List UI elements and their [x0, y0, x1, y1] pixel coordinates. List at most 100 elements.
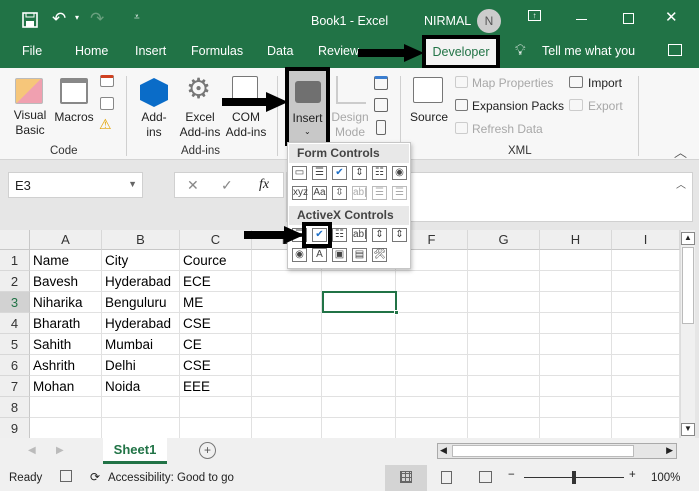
- com-add-ins-button[interactable]: COM Add-ins: [222, 110, 270, 140]
- cell-b6[interactable]: Delhi: [102, 355, 180, 376]
- cell-b9[interactable]: [102, 418, 180, 439]
- row-header-1[interactable]: 1: [0, 250, 30, 271]
- ribbon-display-options-icon[interactable]: ↑: [528, 10, 541, 21]
- maximize-icon[interactable]: [623, 13, 634, 24]
- cell-d5[interactable]: [252, 334, 322, 355]
- cell-i7[interactable]: [612, 376, 680, 397]
- page-layout-view-icon[interactable]: [441, 471, 452, 484]
- save-icon[interactable]: [22, 12, 38, 28]
- cell-f2[interactable]: [396, 271, 468, 292]
- cell-c6[interactable]: CSE: [180, 355, 252, 376]
- cell-b5[interactable]: Mumbai: [102, 334, 180, 355]
- expansion-packs-button[interactable]: Expansion Packs: [472, 99, 564, 114]
- cell-h3[interactable]: [540, 292, 612, 313]
- tab-review[interactable]: Review: [318, 44, 359, 58]
- activex-label-icon[interactable]: A: [312, 248, 327, 262]
- activex-toggle-button-icon[interactable]: ▤: [352, 248, 367, 262]
- column-header-i[interactable]: I: [612, 230, 680, 250]
- form-combo-list-edit-icon[interactable]: ☰: [372, 186, 387, 200]
- cell-e8[interactable]: [322, 397, 396, 418]
- fill-handle[interactable]: [394, 310, 399, 315]
- prev-sheet-icon[interactable]: ◀: [28, 445, 36, 456]
- zoom-in-button[interactable]: +: [629, 469, 636, 481]
- cell-i9[interactable]: [612, 418, 680, 439]
- customize-qat-icon[interactable]: ⩡: [134, 12, 140, 23]
- cell-h6[interactable]: [540, 355, 612, 376]
- scroll-down-icon[interactable]: ▼: [681, 423, 695, 436]
- visual-basic-button[interactable]: Visual Basic: [8, 108, 52, 138]
- cell-a5[interactable]: Sahith: [30, 334, 102, 355]
- view-code-icon[interactable]: [374, 98, 388, 112]
- cell-i6[interactable]: [612, 355, 680, 376]
- cell-c7[interactable]: EEE: [180, 376, 252, 397]
- collapse-formula-bar-icon[interactable]: ︿: [676, 176, 686, 191]
- cell-e4[interactable]: [322, 313, 396, 334]
- activex-option-button-icon[interactable]: ◉: [292, 248, 307, 262]
- cell-g8[interactable]: [468, 397, 540, 418]
- cell-e6[interactable]: [322, 355, 396, 376]
- macro-security-icon[interactable]: ⚠: [99, 116, 112, 133]
- cell-f5[interactable]: [396, 334, 468, 355]
- cell-a6[interactable]: Ashrith: [30, 355, 102, 376]
- cell-i8[interactable]: [612, 397, 680, 418]
- cell-h1[interactable]: [540, 250, 612, 271]
- horizontal-scrollbar[interactable]: ◀ ▶: [437, 443, 677, 459]
- cell-i1[interactable]: [612, 250, 680, 271]
- cell-f4[interactable]: [396, 313, 468, 334]
- cell-e9[interactable]: [322, 418, 396, 439]
- tell-me-search[interactable]: Tell me what you: [542, 44, 635, 58]
- row-header-8[interactable]: 8: [0, 397, 30, 418]
- cell-f8[interactable]: [396, 397, 468, 418]
- zoom-out-button[interactable]: −: [508, 469, 515, 481]
- collapse-ribbon-icon[interactable]: ︿: [674, 142, 687, 161]
- cell-h8[interactable]: [540, 397, 612, 418]
- relative-references-icon[interactable]: [100, 97, 114, 110]
- form-option-button-icon[interactable]: ◉: [392, 166, 407, 180]
- tab-data[interactable]: Data: [267, 44, 293, 58]
- cell-i5[interactable]: [612, 334, 680, 355]
- undo-icon[interactable]: ↶: [52, 9, 66, 29]
- cell-a1[interactable]: Name: [30, 250, 102, 271]
- tab-insert[interactable]: Insert: [135, 44, 166, 58]
- tab-home[interactable]: Home: [75, 44, 108, 58]
- activex-list-box-2-icon[interactable]: ☷: [332, 228, 347, 242]
- cell-c5[interactable]: CE: [180, 334, 252, 355]
- cell-g6[interactable]: [468, 355, 540, 376]
- cell-i4[interactable]: [612, 313, 680, 334]
- new-sheet-icon[interactable]: +: [199, 442, 216, 459]
- cell-h7[interactable]: [540, 376, 612, 397]
- name-box[interactable]: E3 ▼: [8, 172, 143, 198]
- cell-h5[interactable]: [540, 334, 612, 355]
- cell-b4[interactable]: Hyderabad: [102, 313, 180, 334]
- cell-i2[interactable]: [612, 271, 680, 292]
- macros-button[interactable]: Macros: [52, 110, 96, 125]
- cell-d6[interactable]: [252, 355, 322, 376]
- cell-a3[interactable]: Niharika: [30, 292, 102, 313]
- cell-c4[interactable]: CSE: [180, 313, 252, 334]
- vertical-scroll-thumb[interactable]: [682, 247, 694, 324]
- cell-e7[interactable]: [322, 376, 396, 397]
- cell-a9[interactable]: [30, 418, 102, 439]
- undo-dropdown-icon[interactable]: ▾: [75, 13, 79, 22]
- highlighted-activex-list-box[interactable]: [302, 222, 332, 248]
- cell-d9[interactable]: [252, 418, 322, 439]
- cell-e2[interactable]: [322, 271, 396, 292]
- chevron-down-icon[interactable]: ▼: [128, 179, 137, 189]
- form-combo-box-icon[interactable]: ☰: [312, 166, 327, 180]
- cell-d4[interactable]: [252, 313, 322, 334]
- cell-f9[interactable]: [396, 418, 468, 439]
- scroll-up-icon[interactable]: ▲: [681, 232, 695, 245]
- form-button-icon[interactable]: ▭: [292, 166, 307, 180]
- row-header-9[interactable]: 9: [0, 418, 30, 439]
- cell-a2[interactable]: Bavesh: [30, 271, 102, 292]
- row-header-4[interactable]: 4: [0, 313, 30, 334]
- form-spin-button-icon[interactable]: ⇕: [352, 166, 367, 180]
- macro-recording-icon[interactable]: [60, 470, 72, 482]
- cell-g3[interactable]: [468, 292, 540, 313]
- normal-view-button[interactable]: [385, 465, 427, 491]
- cell-f6[interactable]: [396, 355, 468, 376]
- cell-b8[interactable]: [102, 397, 180, 418]
- form-group-box-icon[interactable]: xyz: [292, 186, 308, 200]
- column-header-c[interactable]: C: [180, 230, 252, 250]
- cell-f3[interactable]: [396, 292, 468, 313]
